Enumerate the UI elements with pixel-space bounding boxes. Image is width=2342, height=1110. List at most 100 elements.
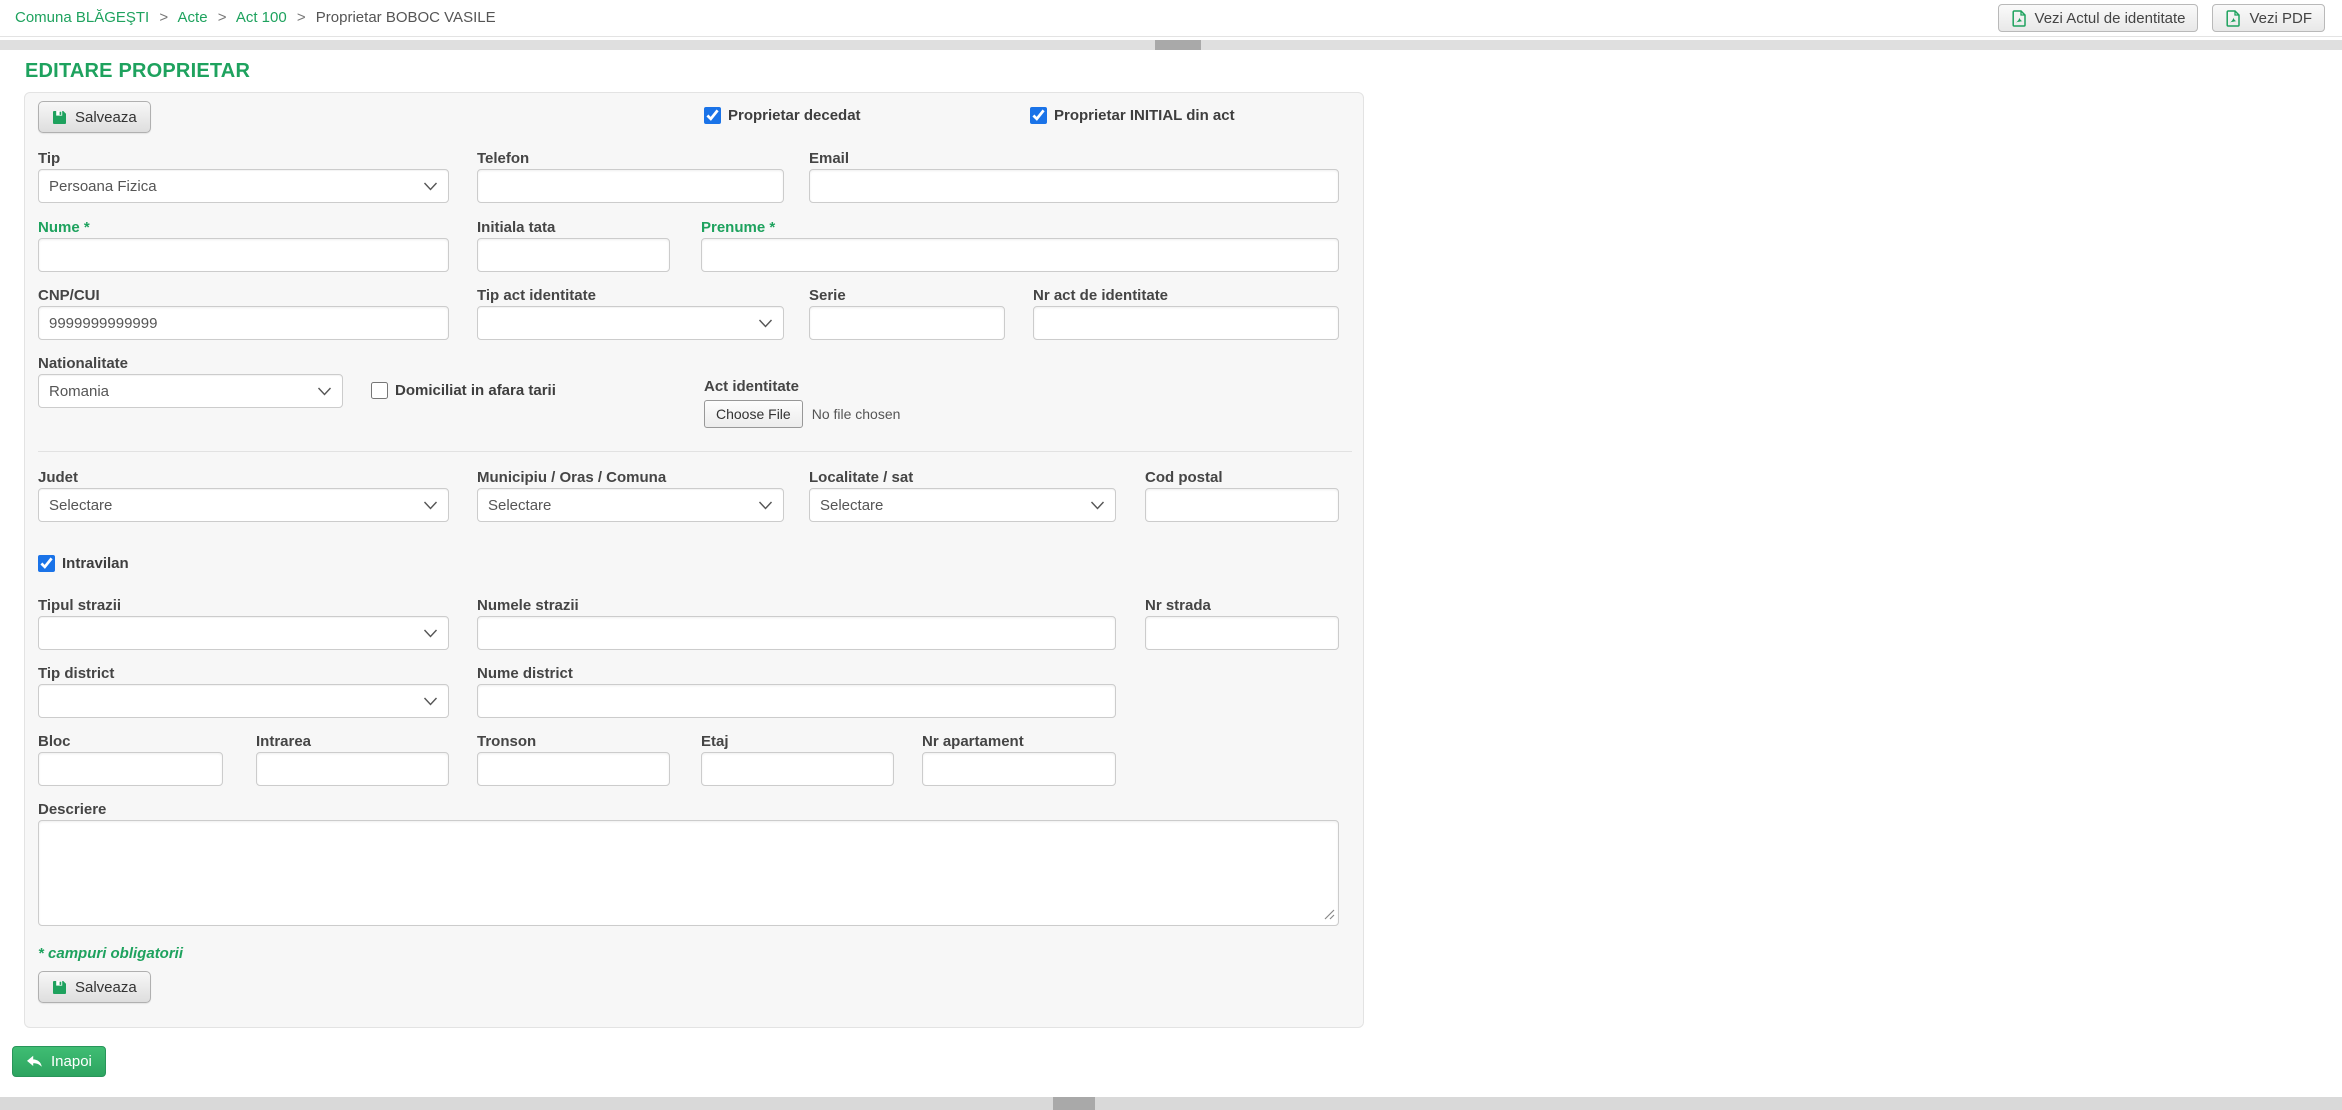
breadcrumb-separator: > bbox=[218, 9, 227, 26]
initiala-tata-input[interactable] bbox=[477, 238, 670, 272]
tip-act-identitate-select[interactable] bbox=[477, 306, 784, 340]
initiala-tata-label: Initiala tata bbox=[477, 219, 670, 237]
nr-apartament-input[interactable] bbox=[922, 752, 1116, 786]
chevron-down-icon bbox=[317, 387, 332, 396]
field-nr-strada: Nr strada bbox=[1145, 597, 1339, 650]
proprietar-initial-label: Proprietar INITIAL din act bbox=[1054, 107, 1235, 124]
horizontal-scrollbar-top[interactable] bbox=[0, 40, 2342, 50]
horizontal-scrollbar-bottom[interactable] bbox=[0, 1097, 2342, 1110]
field-nr-apartament: Nr apartament bbox=[922, 733, 1116, 786]
field-localitate: Localitate / sat Selectare bbox=[809, 469, 1116, 522]
back-button[interactable]: Inapoi bbox=[12, 1046, 106, 1077]
chevron-down-icon bbox=[423, 697, 438, 706]
judet-label: Judet bbox=[38, 469, 449, 487]
intrarea-input[interactable] bbox=[256, 752, 449, 786]
etaj-input[interactable] bbox=[701, 752, 894, 786]
descriere-textarea[interactable] bbox=[38, 820, 1339, 926]
field-nume-district: Nume district bbox=[477, 665, 1116, 718]
cod-postal-input[interactable] bbox=[1145, 488, 1339, 522]
cnp-input[interactable] bbox=[38, 306, 449, 340]
save-floppy-icon bbox=[52, 980, 67, 995]
chevron-down-icon bbox=[423, 182, 438, 191]
tipul-strazii-label: Tipul strazii bbox=[38, 597, 449, 615]
localitate-label: Localitate / sat bbox=[809, 469, 1116, 487]
chevron-down-icon bbox=[423, 501, 438, 510]
intravilan-label: Intravilan bbox=[62, 555, 129, 572]
field-tip-district: Tip district bbox=[38, 665, 449, 718]
proprietar-decedat-checkbox[interactable] bbox=[704, 107, 721, 124]
view-pdf-button[interactable]: Vezi PDF bbox=[2212, 4, 2325, 32]
cod-postal-label: Cod postal bbox=[1145, 469, 1339, 487]
intravilan-checkbox[interactable] bbox=[38, 555, 55, 572]
numele-strazii-input[interactable] bbox=[477, 616, 1116, 650]
domiciliat-afara-tarii-label: Domiciliat in afara tarii bbox=[395, 382, 556, 399]
nationalitate-select[interactable]: Romania bbox=[38, 374, 343, 408]
save-button-top[interactable]: Salveaza bbox=[38, 101, 151, 133]
localitate-select[interactable]: Selectare bbox=[809, 488, 1116, 522]
municipiu-select-value: Selectare bbox=[488, 497, 551, 514]
domiciliat-afara-tarii-checkbox[interactable] bbox=[371, 382, 388, 399]
field-numele-strazii: Numele strazii bbox=[477, 597, 1116, 650]
back-button-label: Inapoi bbox=[51, 1053, 92, 1070]
breadcrumb-link-acte[interactable]: Acte bbox=[178, 9, 208, 26]
checkbox-group-proprietar-initial: Proprietar INITIAL din act bbox=[1030, 107, 1235, 124]
nr-strada-input[interactable] bbox=[1145, 616, 1339, 650]
tip-district-select[interactable] bbox=[38, 684, 449, 718]
save-button-bottom[interactable]: Salveaza bbox=[38, 971, 151, 1003]
scrollbar-thumb[interactable] bbox=[1053, 1097, 1095, 1110]
telefon-label: Telefon bbox=[477, 150, 784, 168]
municipiu-select[interactable]: Selectare bbox=[477, 488, 784, 522]
numele-strazii-label: Numele strazii bbox=[477, 597, 1116, 615]
breadcrumb-separator: > bbox=[159, 9, 168, 26]
breadcrumb-separator: > bbox=[297, 9, 306, 26]
field-etaj: Etaj bbox=[701, 733, 894, 786]
tip-select[interactable]: Persoana Fizica bbox=[38, 169, 449, 203]
nume-label: Nume * bbox=[38, 219, 449, 237]
tronson-label: Tronson bbox=[477, 733, 670, 751]
section-divider bbox=[38, 451, 1352, 452]
breadcrumb-link-act-100[interactable]: Act 100 bbox=[236, 9, 287, 26]
proprietar-decedat-label: Proprietar decedat bbox=[728, 107, 861, 124]
telefon-input[interactable] bbox=[477, 169, 784, 203]
chevron-down-icon bbox=[423, 629, 438, 638]
nationalitate-label: Nationalitate bbox=[38, 355, 343, 373]
chevron-down-icon bbox=[1090, 501, 1105, 510]
breadcrumb-current-proprietar: Proprietar BOBOC VASILE bbox=[316, 9, 496, 26]
file-chosen-status: No file chosen bbox=[812, 406, 901, 422]
field-nr-act-identitate: Nr act de identitate bbox=[1033, 287, 1339, 340]
nume-district-label: Nume district bbox=[477, 665, 1116, 683]
tipul-strazii-select[interactable] bbox=[38, 616, 449, 650]
serie-label: Serie bbox=[809, 287, 1005, 305]
nr-apartament-label: Nr apartament bbox=[922, 733, 1116, 751]
prenume-input[interactable] bbox=[701, 238, 1339, 272]
email-input[interactable] bbox=[809, 169, 1339, 203]
nr-act-identitate-input[interactable] bbox=[1033, 306, 1339, 340]
view-identity-doc-label: Vezi Actul de identitate bbox=[2035, 10, 2186, 27]
choose-file-button[interactable]: Choose File bbox=[704, 400, 803, 428]
field-telefon: Telefon bbox=[477, 150, 784, 203]
field-prenume: Prenume * bbox=[701, 219, 1339, 272]
intrarea-label: Intrarea bbox=[256, 733, 449, 751]
tronson-input[interactable] bbox=[477, 752, 670, 786]
nr-strada-label: Nr strada bbox=[1145, 597, 1339, 615]
chevron-down-icon bbox=[758, 319, 773, 328]
judet-select[interactable]: Selectare bbox=[38, 488, 449, 522]
descriere-label: Descriere bbox=[38, 801, 1339, 819]
field-municipiu: Municipiu / Oras / Comuna Selectare bbox=[477, 469, 784, 522]
proprietar-initial-checkbox[interactable] bbox=[1030, 107, 1047, 124]
chevron-down-icon bbox=[758, 501, 773, 510]
field-descriere: Descriere bbox=[38, 801, 1339, 926]
nume-input[interactable] bbox=[38, 238, 449, 272]
field-nume: Nume * bbox=[38, 219, 449, 272]
save-button-label: Salveaza bbox=[75, 109, 137, 126]
nume-district-input[interactable] bbox=[477, 684, 1116, 718]
resize-handle[interactable] bbox=[1324, 909, 1335, 920]
bloc-input[interactable] bbox=[38, 752, 223, 786]
field-tronson: Tronson bbox=[477, 733, 670, 786]
view-identity-doc-button[interactable]: Vezi Actul de identitate bbox=[1998, 4, 2199, 32]
serie-input[interactable] bbox=[809, 306, 1005, 340]
breadcrumb-link-comuna[interactable]: Comuna BLĂGEŞTI bbox=[15, 9, 149, 26]
field-tip-act-identitate: Tip act identitate bbox=[477, 287, 784, 340]
tip-label: Tip bbox=[38, 150, 449, 168]
scrollbar-thumb[interactable] bbox=[1155, 40, 1201, 50]
